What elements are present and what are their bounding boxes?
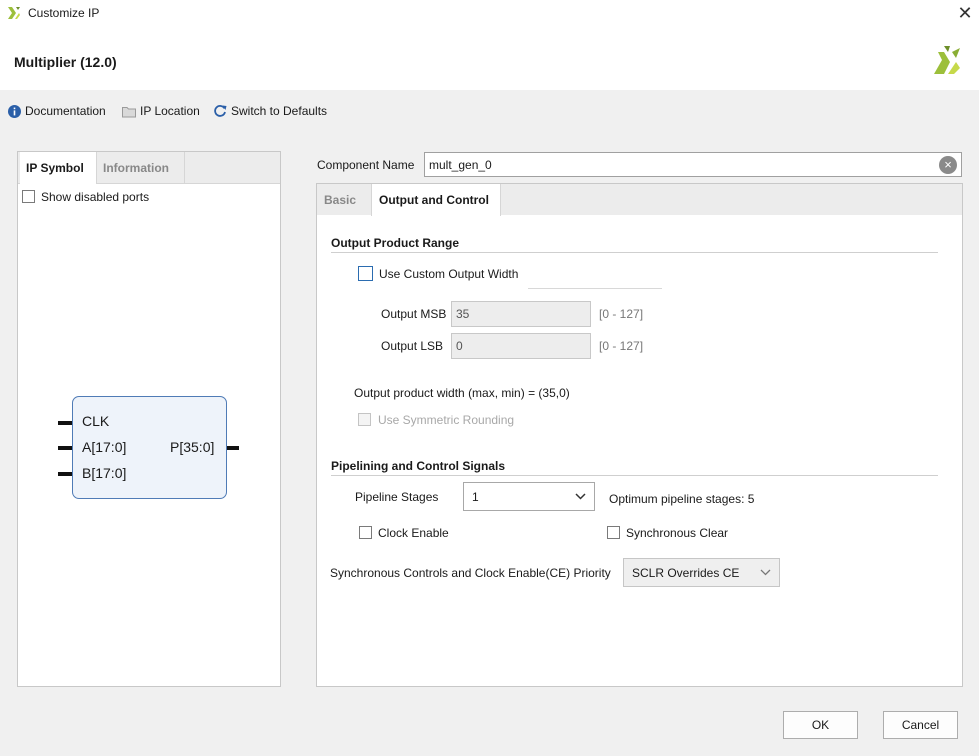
configuration-panel: [316, 183, 963, 687]
window-title: Customize IP: [28, 6, 100, 20]
switch-to-defaults-button[interactable]: Switch to Defaults: [213, 104, 327, 118]
show-disabled-ports-label: Show disabled ports: [41, 190, 150, 204]
chevron-down-icon: [575, 493, 586, 500]
pipeline-stages-select[interactable]: 1: [463, 482, 595, 511]
tab-output-and-control[interactable]: Output and Control: [371, 184, 501, 216]
tab-ip-symbol[interactable]: IP Symbol: [20, 152, 97, 184]
priority-label: Synchronous Controls and Clock Enable(CE…: [330, 566, 611, 580]
tab-information[interactable]: Information: [97, 152, 185, 184]
xilinx-brand-icon: [934, 46, 960, 74]
synchronous-clear-checkbox[interactable]: [607, 526, 620, 539]
output-product-width-text: Output product width (max, min) = (35,0): [354, 386, 570, 400]
info-icon: [8, 104, 21, 118]
synchronous-clear-label: Synchronous Clear: [626, 526, 729, 540]
refresh-icon: [214, 105, 227, 117]
priority-value: SCLR Overrides CE: [632, 565, 740, 580]
port-label-b: B[17:0]: [82, 465, 127, 481]
priority-select[interactable]: SCLR Overrides CE: [623, 558, 780, 587]
section-title-pipelining: Pipelining and Control Signals: [331, 459, 506, 473]
documentation-label: Documentation: [25, 104, 106, 118]
use-custom-output-width-label: Use Custom Output Width: [379, 267, 519, 281]
component-name-label: Component Name: [317, 158, 415, 172]
tab-basic[interactable]: Basic: [317, 184, 371, 216]
cancel-button[interactable]: Cancel: [883, 711, 958, 739]
output-lsb-field: 0: [451, 333, 591, 359]
use-symmetric-rounding-label: Use Symmetric Rounding: [378, 413, 515, 427]
pipeline-stages-label: Pipeline Stages: [355, 490, 439, 504]
documentation-button[interactable]: Documentation: [8, 104, 106, 118]
pin-a: [58, 446, 73, 450]
pin-clk: [58, 421, 73, 425]
section-title-output-product-range: Output Product Range: [331, 236, 459, 250]
ok-button[interactable]: OK: [783, 711, 858, 739]
close-icon[interactable]: ✕: [953, 2, 977, 24]
ip-location-button[interactable]: IP Location: [122, 104, 200, 118]
output-lsb-range: [0 - 127]: [599, 339, 644, 353]
use-symmetric-rounding-checkbox: [358, 413, 371, 426]
pin-b: [58, 472, 73, 476]
folder-icon: [122, 106, 136, 117]
component-name-input[interactable]: [424, 152, 962, 177]
output-msb-field: 35: [451, 301, 591, 327]
optimum-pipeline-stages-text: Optimum pipeline stages: 5: [609, 492, 755, 506]
switch-to-defaults-label: Switch to Defaults: [231, 104, 328, 118]
chevron-down-icon: [760, 569, 771, 576]
output-msb-range: [0 - 127]: [599, 307, 644, 321]
output-msb-label: Output MSB: [381, 307, 447, 321]
clear-icon[interactable]: ×: [939, 156, 957, 174]
port-label-p: P[35:0]: [170, 439, 215, 455]
use-custom-output-width-checkbox[interactable]: [358, 266, 373, 281]
pin-p: [226, 446, 239, 450]
section-divider: [331, 252, 938, 253]
title-bar: Customize IP ✕: [0, 0, 979, 26]
section-divider: [331, 475, 938, 476]
ip-location-label: IP Location: [140, 104, 200, 118]
pipeline-stages-value: 1: [472, 489, 479, 504]
port-label-clk: CLK: [82, 413, 110, 429]
dialog-header: Multiplier (12.0): [0, 26, 979, 90]
show-disabled-ports-checkbox[interactable]: [22, 190, 35, 203]
xilinx-logo-icon: [8, 7, 20, 19]
output-lsb-label: Output LSB: [381, 339, 444, 353]
ip-title: Multiplier (12.0): [14, 54, 117, 70]
clock-enable-checkbox[interactable]: [359, 526, 372, 539]
port-label-a: A[17:0]: [82, 439, 127, 455]
clock-enable-label: Clock Enable: [378, 526, 449, 540]
group-divider: [528, 288, 662, 289]
